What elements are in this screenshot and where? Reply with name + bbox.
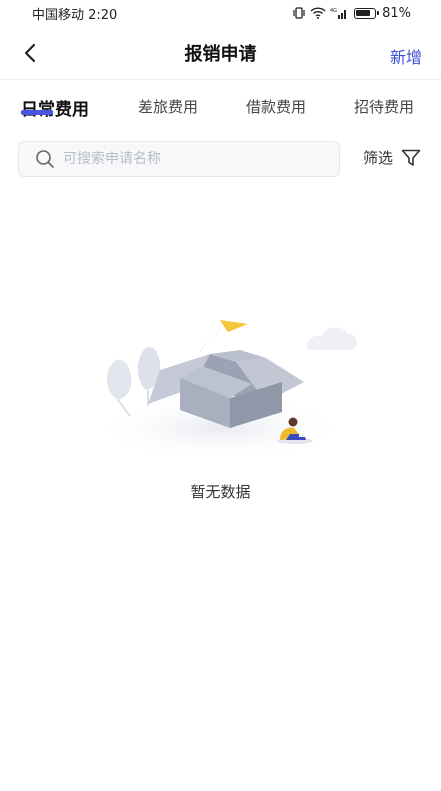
back-button[interactable] — [18, 40, 44, 66]
wifi-icon — [310, 7, 326, 19]
filter-button[interactable]: 筛选 — [363, 147, 421, 168]
empty-box-illustration — [90, 320, 357, 462]
add-button[interactable]: 新增 — [390, 44, 422, 68]
tab-loan-expense[interactable]: 借款费用 — [246, 96, 306, 117]
search-row: 筛选 — [18, 141, 423, 177]
active-tab-indicator — [21, 110, 53, 115]
svg-text:4G: 4G — [330, 8, 337, 14]
vibrate-icon — [293, 7, 305, 19]
signal-icon: 4G — [330, 8, 347, 19]
page-title: 报销申请 — [184, 44, 257, 65]
tab-entertainment-expense[interactable]: 招待费用 — [354, 96, 414, 117]
tab-travel-expense[interactable]: 差旅费用 — [138, 96, 198, 117]
filter-label: 筛选 — [362, 149, 393, 167]
tab-daily-expense[interactable]: 日常费用 — [21, 95, 89, 120]
carrier-time: 中国移动 2:20 — [32, 7, 118, 23]
search-input[interactable] — [63, 151, 313, 167]
chevron-left-icon — [24, 43, 36, 63]
search-icon — [36, 150, 54, 168]
status-indicators: 4G 81% — [292, 6, 411, 21]
empty-state-message: 暂无数据 — [190, 483, 251, 501]
battery-percent: 81% — [382, 5, 411, 21]
paper-plane-icon — [199, 320, 248, 353]
cloud-icon — [306, 327, 357, 350]
nav-bar: 报销申请 新增 — [0, 26, 441, 80]
battery-icon — [354, 7, 380, 19]
search-box[interactable] — [18, 141, 340, 177]
status-icons: 4G — [292, 7, 348, 19]
category-tabs: 日常费用 差旅费用 借款费用 招待费用 — [0, 80, 441, 132]
status-bar: 中国移动 2:20 4G 81% — [0, 0, 441, 26]
filter-icon — [401, 149, 421, 166]
battery-fill — [356, 9, 370, 16]
